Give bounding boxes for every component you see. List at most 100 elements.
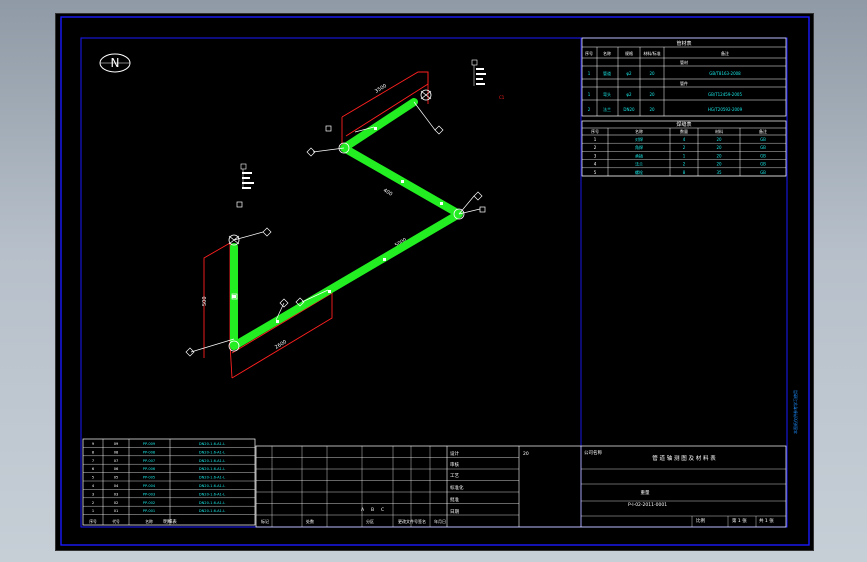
bom-cell: PP-002 [143, 501, 155, 505]
weld-header: 名称 [635, 128, 643, 134]
spec-cell: GB/T12459-2005 [708, 92, 742, 97]
design-label: 工艺 [450, 473, 459, 479]
bom-cell: 08 [114, 450, 119, 454]
dimension-label: 500 [202, 296, 208, 306]
outer-frame [60, 16, 810, 546]
tag-label: C1 [499, 95, 505, 100]
spec-cell: φ2 [626, 71, 632, 76]
bom-cell: 03 [114, 492, 119, 496]
inner-frame [80, 37, 788, 528]
bom-header: 明细表 [163, 518, 177, 525]
bom-table: 9 09 PP-009 DN20-1.6-A1-L 8 08 PP-008 DN20-1.6-… [82, 438, 256, 526]
weld-header: 备注 [759, 128, 767, 134]
design-label: 批准 [450, 496, 459, 503]
spec-cell: 20 [649, 92, 655, 97]
weld-cell: 3 [594, 153, 597, 158]
sheet-total: 共 1 张 [759, 517, 774, 524]
footer-sign: 签名 [418, 518, 426, 524]
spec-header: 名称 [603, 50, 611, 56]
drawing-number: P-I-02-2011-0001 [628, 502, 667, 508]
spec-cell: HG/T20592-2009 [708, 107, 743, 112]
weld-table: 焊缝表 序号 名称 数量 材料 备注 1 对焊 4 20 GB 2 角焊 2 20 GB 3 承插 1 2… [581, 120, 787, 177]
weld-header: 序号 [591, 128, 599, 134]
bom-cell: PP-008 [143, 450, 156, 454]
title-block: 设计 审核 工艺 标准化 批准 日期 20 公司名称 管 道 轴 测 图 及 材… [255, 445, 787, 528]
bom-cell: 05 [114, 476, 119, 480]
design-label: 审核 [450, 461, 459, 468]
bom-cell: 3 [92, 492, 94, 496]
bom-footer: 代号 [112, 519, 120, 524]
spec-cell: φ2 [626, 92, 632, 97]
spec-section-label: 管件 [680, 80, 688, 86]
footer-sign: 标记 [261, 518, 269, 524]
spec-cell: 弯头 [603, 91, 611, 97]
weld-cell: 2 [594, 145, 597, 150]
weld-header: 数量 [680, 128, 688, 134]
footer-sign: 年月日 [434, 518, 446, 524]
dimension-label: 3500 [374, 83, 388, 95]
material-value: 20 [523, 451, 529, 457]
bom-cell: PP-007 [143, 459, 155, 463]
bom-cell: 06 [114, 467, 119, 471]
spec-header: 序号 [585, 50, 593, 56]
bom-cell: 4 [92, 484, 95, 488]
bom-footer: 序号 [89, 519, 97, 524]
bom-cell: PP-006 [143, 467, 156, 471]
bom-cell: 09 [114, 442, 119, 446]
weld-cell: 4 [683, 137, 686, 142]
weld-cell: 20 [716, 137, 722, 142]
bom-cell: 07 [114, 459, 119, 463]
footer-sign: 更改文件号 [398, 518, 418, 524]
weight-label: 重量 [641, 489, 650, 496]
valve-icon [420, 90, 432, 100]
callout-diamond-icon [262, 227, 272, 237]
bom-cell: 7 [92, 459, 94, 463]
weld-cell: 20 [716, 162, 722, 167]
weld-cell: GB [760, 162, 766, 167]
weld-markers [232, 127, 443, 323]
bom-cell: 2 [92, 501, 94, 505]
weld-cell: 2 [683, 145, 686, 150]
spec-cell: 法兰 [603, 106, 611, 112]
weld-cell: GB [760, 170, 766, 175]
weld-cell: 对焊 [635, 136, 643, 142]
weld-cell: 5 [594, 170, 597, 175]
weld-cell: GB [760, 145, 766, 150]
north-arrow-icon: N [99, 53, 131, 73]
footer-sign: 分区 [366, 518, 374, 524]
weld-cell: 20 [716, 145, 722, 150]
bom-cell: DN20-1.6-A1-L [199, 509, 225, 513]
spec-table-title: 管材表 [676, 40, 691, 47]
weld-cell: GB [760, 137, 766, 142]
spec-cell: 管道 [603, 70, 611, 76]
bom-cell: PP-001 [143, 509, 155, 513]
spec-cell: 20 [649, 71, 655, 76]
callout-diamond-icon [434, 125, 444, 135]
spec-cell: 1 [588, 71, 591, 76]
bom-cell: 01 [114, 509, 119, 513]
design-label: 标准化 [450, 484, 464, 491]
bom-cell: DN20-1.6-A1-L [199, 467, 225, 471]
side-note: 本图纸仅供参考学习使用 [792, 390, 798, 434]
weld-cell: 1 [683, 153, 686, 158]
company-label: 公司名称 [584, 449, 602, 456]
design-label: 日期 [450, 509, 459, 515]
weld-cell: 20 [716, 153, 722, 158]
spec-cell: 1 [588, 92, 591, 97]
stage-mark: C [381, 507, 384, 513]
weld-header: 材料 [715, 128, 723, 134]
bom-cell: DN20-1.6-A1-L [199, 450, 225, 454]
bom-footer: 名称 [145, 519, 153, 524]
sheet-label: 第 1 张 [732, 517, 747, 524]
weld-cell: 4 [594, 162, 597, 167]
bom-cell: DN20-1.6-A1-L [199, 442, 225, 446]
design-label: 设计 [450, 450, 459, 457]
bom-cell: 9 [92, 442, 95, 446]
weld-cell: 法兰 [635, 161, 643, 167]
weld-cell: 1 [594, 137, 597, 142]
spec-header: 材料/标准 [643, 50, 660, 56]
pipe-fittings [228, 89, 465, 352]
spec-cell: DN20 [623, 107, 635, 112]
bom-cell: 04 [114, 484, 119, 488]
spec-header: 规格 [625, 50, 633, 56]
